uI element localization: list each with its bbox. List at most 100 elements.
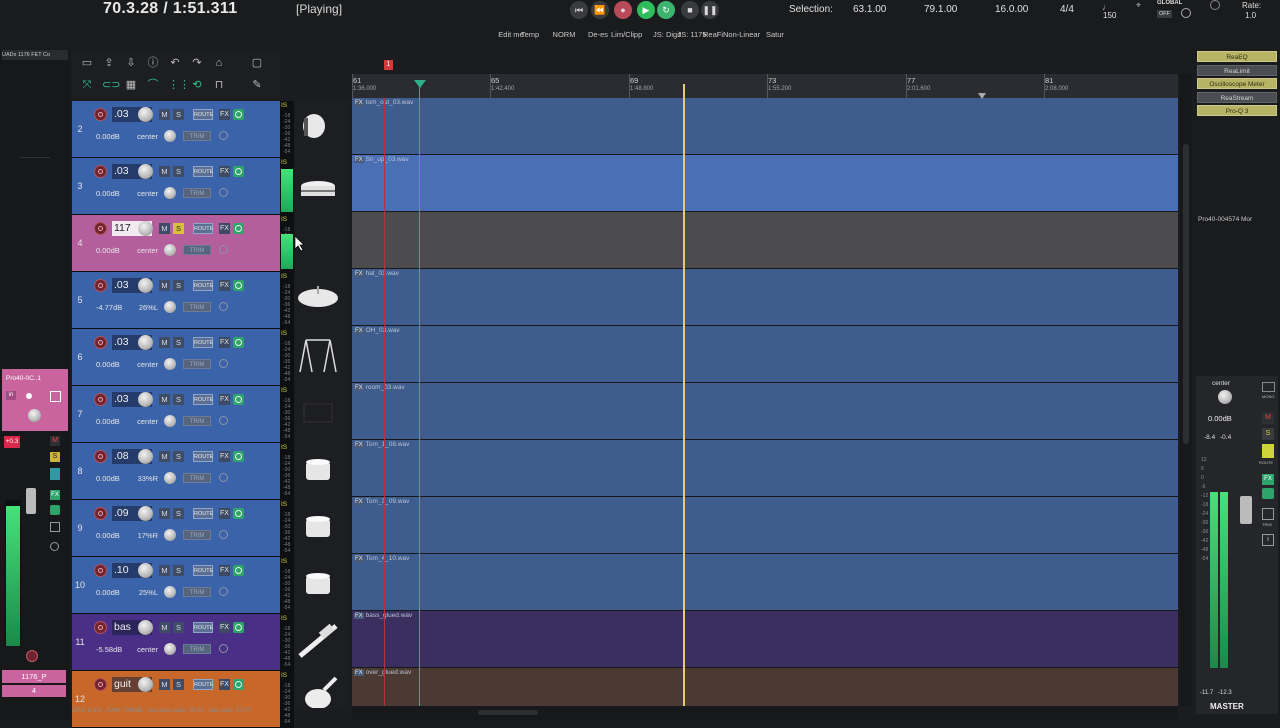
master-pan-knob[interactable] [1218, 390, 1232, 404]
strip-env-icon[interactable] [50, 391, 61, 402]
trim-button[interactable]: TRIM [183, 473, 211, 483]
master-fx-slot[interactable]: Pro-Q 3 [1197, 105, 1277, 116]
ripple-icon[interactable]: ⤧ [80, 78, 94, 92]
input-select-label[interactable]: IS [281, 615, 287, 622]
strip-route-icon[interactable] [50, 468, 60, 480]
track-header[interactable]: 7.03 M S ROUTE FX 0.00dB center TRIM [72, 386, 280, 443]
repeat-icon[interactable]: ↻ [657, 1, 675, 19]
track-lane[interactable]: FX tom_out_03.wav [352, 98, 1178, 155]
track-lane[interactable]: FX Tom_1_08.wav [352, 440, 1178, 497]
snap-grid-icon[interactable]: ⋮⋮ [168, 78, 190, 92]
vertical-scrollbar[interactable] [1180, 74, 1192, 706]
pencil-icon[interactable]: ✎ [250, 78, 264, 92]
selection-start[interactable]: 63.1.00 [853, 4, 886, 15]
phase-icon[interactable] [219, 416, 228, 425]
vertical-scroll-thumb[interactable] [1183, 144, 1189, 444]
input-select-label[interactable]: IS [281, 159, 287, 166]
global-power-icon[interactable] [1181, 8, 1191, 18]
fx-button[interactable]: FX [219, 679, 230, 690]
pan-knob[interactable] [164, 415, 176, 427]
record-arm-icon[interactable] [94, 108, 107, 121]
input-select-label[interactable]: IS [281, 102, 287, 109]
fx-button[interactable]: FX [219, 337, 230, 348]
record-arm-icon[interactable] [94, 507, 107, 520]
pan-knob[interactable] [164, 529, 176, 541]
loop-end-handle[interactable] [978, 93, 986, 99]
pause-icon[interactable]: ❚❚ [701, 1, 719, 19]
phase-icon[interactable] [219, 644, 228, 653]
trim-button[interactable]: TRIM [183, 359, 211, 369]
record-arm-icon[interactable] [94, 678, 107, 691]
item-fx-badge[interactable]: FX [354, 442, 364, 448]
pan-knob[interactable] [164, 643, 176, 655]
pan-knob[interactable] [164, 472, 176, 484]
strip-input-label[interactable]: in [6, 391, 16, 400]
media-item-label[interactable]: FX Sn_up_03.wav [354, 156, 409, 163]
solo-button[interactable]: S [173, 223, 184, 234]
volume-knob[interactable] [138, 620, 153, 635]
item-fx-badge[interactable]: FX [354, 499, 364, 505]
strip-mute-button[interactable]: M [50, 436, 60, 446]
fx-button[interactable]: FX [219, 280, 230, 291]
item-fx-badge[interactable]: FX [354, 328, 364, 334]
media-item-label[interactable]: FX over_glued.wav [354, 669, 411, 676]
fx-button[interactable]: FX [219, 109, 230, 120]
solo-button[interactable]: S [173, 337, 184, 348]
volume-knob[interactable] [138, 164, 153, 179]
strip-rec-arm-icon[interactable] [26, 650, 38, 662]
volume-knob[interactable] [138, 335, 153, 350]
route-button[interactable]: ROUTE [193, 451, 213, 462]
fx-bypass-icon[interactable] [233, 622, 244, 633]
track-header[interactable]: 10.10 M S ROUTE FX 0.00dB 25%L TRIM [72, 557, 280, 614]
trim-button[interactable]: TRIM [183, 416, 211, 426]
solo-button[interactable]: S [173, 622, 184, 633]
global-toggle[interactable]: OFF [1157, 10, 1172, 18]
solo-button[interactable]: S [173, 451, 184, 462]
strip-input-dot[interactable] [26, 393, 32, 399]
fx-button[interactable]: FX [219, 166, 230, 177]
fx-bypass-icon[interactable] [233, 565, 244, 576]
stop-icon[interactable]: ■ [681, 1, 699, 19]
phase-icon[interactable] [219, 245, 228, 254]
track-header[interactable]: 11 bas M S ROUTE FX -5.58dB center TRIM [72, 614, 280, 671]
fx-bypass-icon[interactable] [233, 280, 244, 291]
track-lane[interactable]: FX OH_03.wav [352, 326, 1178, 383]
input-select-label[interactable]: IS [281, 216, 287, 223]
fx-button[interactable]: FX [219, 451, 230, 462]
track-lane[interactable]: FX hat_03.wav [352, 269, 1178, 326]
strip-fx-slot[interactable]: UADx 1176 FET Co [2, 50, 68, 60]
input-select-label[interactable]: IS [281, 501, 287, 508]
strip-solo-button[interactable]: S [50, 452, 60, 462]
solo-button[interactable]: S [173, 679, 184, 690]
record-arm-icon[interactable] [94, 621, 107, 634]
input-select-label[interactable]: IS [281, 330, 287, 337]
track-header[interactable]: 9.09 M S ROUTE FX 0.00dB 17%R TRIM [72, 500, 280, 557]
record-arm-icon[interactable] [94, 393, 107, 406]
media-item-label[interactable]: FX room_03.wav [354, 384, 405, 391]
fx-shortcut-button[interactable]: Lim/Clipp [611, 30, 642, 39]
route-button[interactable]: ROUTE [193, 337, 213, 348]
fx-bypass-icon[interactable] [233, 394, 244, 405]
route-button[interactable]: ROUTE [193, 565, 213, 576]
solo-button[interactable]: S [173, 394, 184, 405]
strip-fx-button[interactable]: FX [50, 490, 60, 500]
master-volume[interactable]: 0.00dB [1208, 414, 1232, 423]
trim-button[interactable]: TRIM [183, 644, 211, 654]
fx-bypass-icon[interactable] [233, 508, 244, 519]
strip-pan-knob[interactable] [28, 409, 41, 422]
metronome-icon[interactable]: ⌂ [212, 56, 226, 70]
strip-fx-bypass[interactable] [50, 505, 60, 515]
skip-back-icon[interactable]: ⏮ [570, 1, 588, 19]
phase-icon[interactable] [219, 359, 228, 368]
media-item-label[interactable]: FX hat_03.wav [354, 270, 399, 277]
horizontal-scrollbar[interactable] [352, 706, 1178, 720]
route-button[interactable]: ROUTE [193, 679, 213, 690]
track-header[interactable]: 3.03 M S ROUTE FX 0.00dB center TRIM [72, 158, 280, 215]
mute-button[interactable]: M [159, 109, 170, 120]
master-fx-slot[interactable]: Oscilloscope Meter [1197, 78, 1277, 89]
track-header[interactable]: 6.03 M S ROUTE FX 0.00dB center TRIM [72, 329, 280, 386]
trim-button[interactable]: TRIM [183, 530, 211, 540]
tempo-value[interactable]: 150 [1103, 11, 1116, 20]
upload-icon[interactable]: ⇪ [102, 56, 116, 70]
lock-icon[interactable]: ⊓ [212, 78, 226, 92]
